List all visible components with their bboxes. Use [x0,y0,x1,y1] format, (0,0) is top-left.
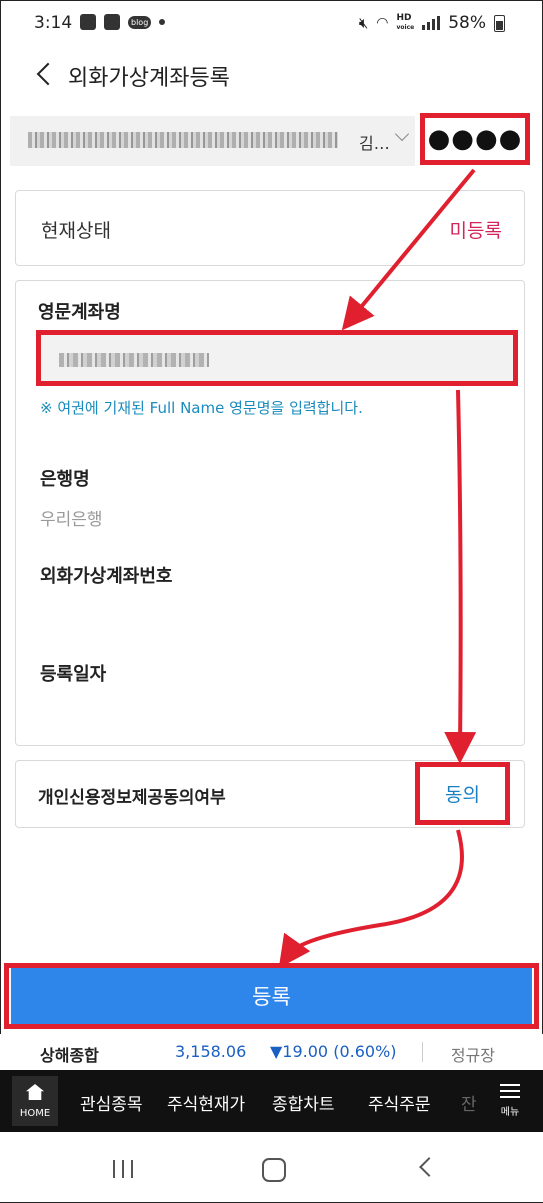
status-bar: 3:14 blog 🔇︎ ◠ HD voice 58% [0,0,543,48]
recent-apps-icon[interactable] [113,1160,133,1178]
chevron-down-icon [394,126,410,142]
system-nav-bar [0,1132,543,1202]
status-value: 미등록 [449,220,502,242]
nav-home[interactable]: HOME [12,1076,58,1126]
status-card: 현재상태 미등록 [15,190,525,266]
system-back-icon[interactable] [419,1157,439,1177]
gallery-icon [80,14,96,30]
hd-label: HD [396,13,412,23]
bottom-nav: HOME 관심종목 주식현재가 종합차트 주식주문 잔 메뉴 [0,1070,543,1132]
english-name-value-blurred [59,353,209,367]
account-number-label: 외화가상계좌번호 [40,566,173,587]
index-price: 3,158.06 [175,1042,247,1061]
account-selector[interactable]: 김… [10,116,415,166]
person-icon [104,14,120,30]
voice-label: voice [396,24,415,31]
battery-icon [494,14,505,32]
ticker-divider [422,1042,423,1062]
notification-dot-icon [159,19,166,25]
consent-agree-button[interactable]: 동의 [415,762,510,825]
nav-item-order[interactable]: 주식주문 [368,1090,431,1115]
nav-menu-label: 메뉴 [500,1107,520,1118]
nav-item-current-price[interactable]: 주식현재가 [167,1090,245,1115]
battery-percent: 58% [448,13,486,33]
clock: 3:14 [34,13,73,33]
hamburger-icon [495,1084,525,1098]
market-ticker[interactable]: 상해종합 3,158.06 ▼19.00 (0.60%) 정규장 [0,1034,543,1070]
signal-icon [422,16,441,30]
status-label: 현재상태 [41,220,111,242]
back-arrow-icon[interactable] [34,60,54,90]
page-title: 외화가상계좌등록 [68,66,230,91]
consent-label: 개인신용정보제공동의여부 [38,788,226,808]
app-header: 외화가상계좌등록 [0,48,543,104]
registration-date-label: 등록일자 [40,664,107,685]
nav-item-partial[interactable]: 잔 [461,1090,477,1115]
english-name-label: 영문계좌명 [38,302,121,323]
index-change: ▼19.00 (0.60%) [270,1042,397,1061]
wifi-icon: ◠ [376,15,389,31]
account-number-blurred [28,132,338,148]
home-icon [26,1084,44,1100]
nav-item-watchlist[interactable]: 관심종목 [80,1090,143,1115]
bank-label: 은행명 [40,469,90,490]
english-name-input[interactable] [36,330,518,386]
market-session: 정규장 [450,1046,495,1065]
bank-value: 우리은행 [40,510,103,530]
nav-menu[interactable]: 메뉴 [495,1080,525,1118]
system-home-icon[interactable] [262,1158,286,1182]
password-field[interactable]: ●●●● [420,113,530,165]
english-name-hint: ※ 여권에 기재된 Full Name 영문명을 입력합니다. [40,399,363,417]
account-holder-name: 김… [359,134,390,153]
mute-icon: 🔇︎ [358,14,369,32]
register-button[interactable]: 등록 [11,968,532,1024]
index-name: 상해종합 [40,1046,99,1065]
nav-home-label: HOME [19,1108,51,1119]
blog-icon: blog [128,15,152,29]
nav-item-chart[interactable]: 종합차트 [272,1090,335,1115]
